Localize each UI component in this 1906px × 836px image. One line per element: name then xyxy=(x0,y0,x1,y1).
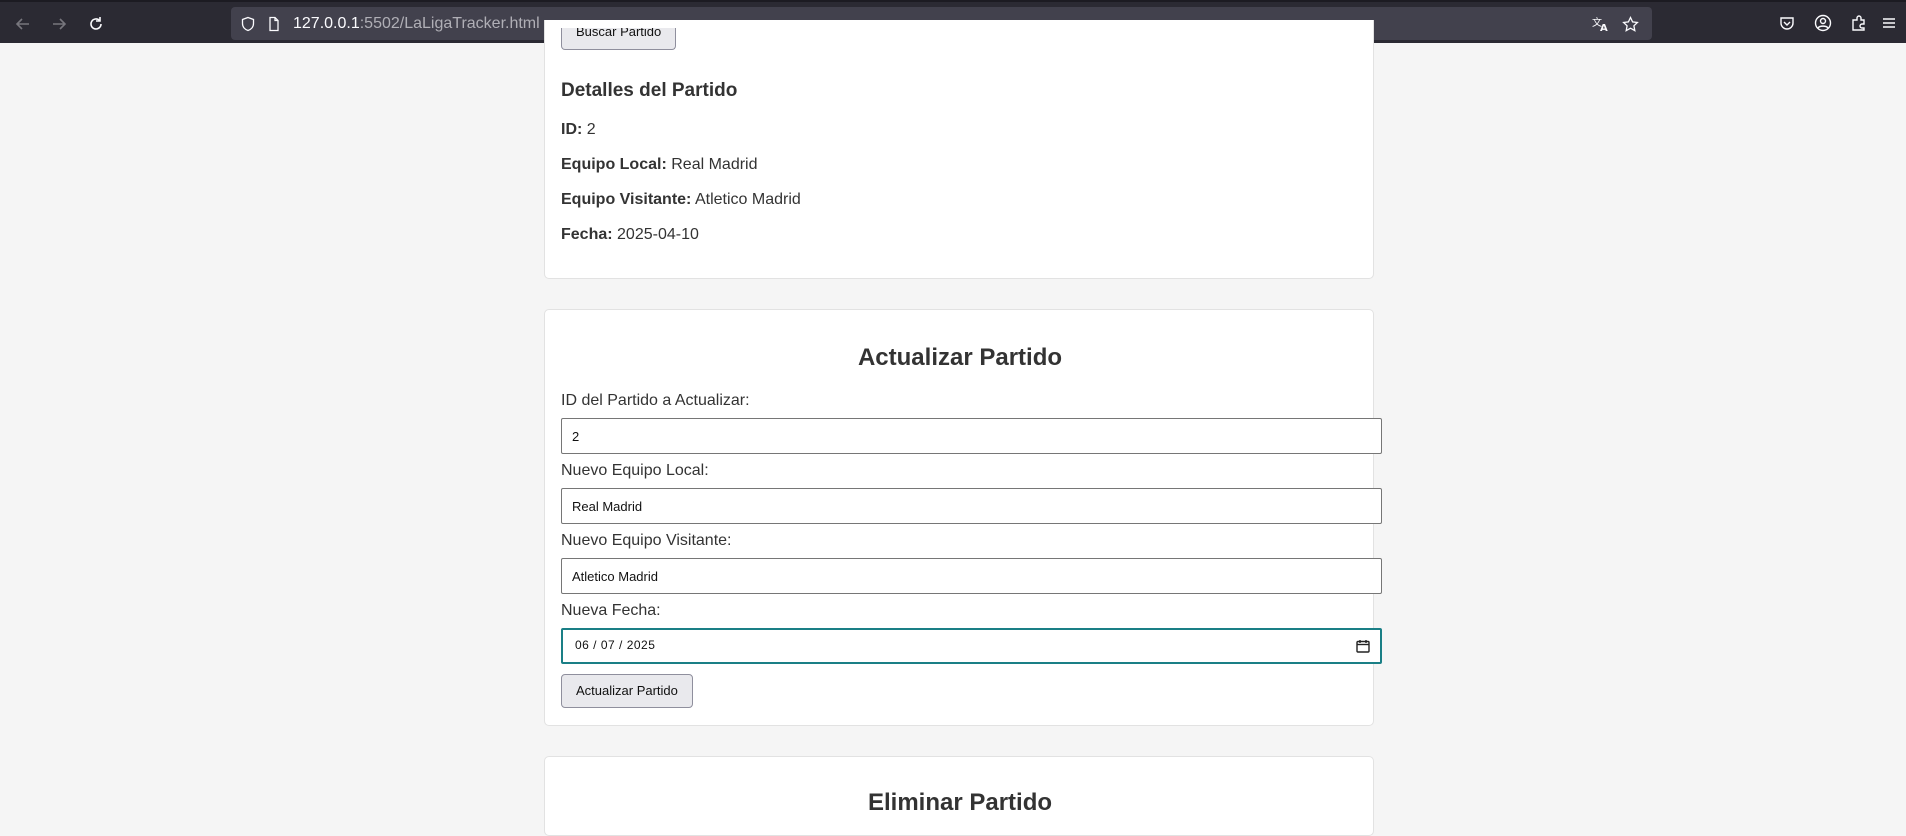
update-id-input[interactable] xyxy=(561,418,1382,454)
detail-date: Fecha: 2025-04-10 xyxy=(561,226,699,244)
update-away-label: Nuevo Equipo Visitante: xyxy=(561,532,732,549)
extensions-icon[interactable] xyxy=(1848,12,1870,34)
detail-date-value: 2025-04-10 xyxy=(617,226,699,243)
update-match-card: Actualizar Partido ID del Partido a Actu… xyxy=(544,309,1382,726)
update-date-input[interactable]: 06 / 07 / 2025 xyxy=(561,628,1382,664)
reload-icon[interactable] xyxy=(83,11,109,37)
url-host: 127.0.0.1 xyxy=(293,15,360,32)
svg-text:A: A xyxy=(1600,23,1608,33)
back-icon[interactable] xyxy=(10,11,36,37)
detail-home-value: Real Madrid xyxy=(671,156,758,173)
detail-date-label: Fecha: xyxy=(561,226,613,243)
menu-icon[interactable] xyxy=(1878,12,1900,34)
detail-id-label: ID: xyxy=(561,121,583,138)
match-details-heading: Detalles del Partido xyxy=(561,80,738,101)
update-id-label: ID del Partido a Actualizar: xyxy=(561,392,750,409)
update-date-value: 06 / 07 / 2025 xyxy=(575,638,656,652)
detail-away-value: Atletico Madrid xyxy=(694,191,801,208)
account-icon[interactable] xyxy=(1812,12,1834,34)
url-path: :5502/LaLigaTracker.html xyxy=(359,15,540,32)
bookmark-star-icon[interactable] xyxy=(1621,15,1639,33)
shield-icon[interactable] xyxy=(239,15,257,33)
detail-id-value: 2 xyxy=(586,121,596,138)
detail-id: ID: 2 xyxy=(561,121,596,139)
detail-home-team: Equipo Local: Real Madrid xyxy=(561,156,758,174)
detail-away-label: Equipo Visitante: xyxy=(561,191,692,208)
calendar-icon[interactable] xyxy=(1356,639,1370,653)
pocket-icon[interactable] xyxy=(1776,12,1798,34)
update-away-team-input[interactable] xyxy=(561,558,1382,594)
translate-icon[interactable]: 文A xyxy=(1592,15,1610,33)
forward-icon[interactable] xyxy=(46,11,72,37)
update-date-label: Nueva Fecha: xyxy=(561,602,661,619)
url-text[interactable]: 127.0.0.1:5502/LaLigaTracker.html xyxy=(293,15,540,33)
update-match-button[interactable]: Actualizar Partido xyxy=(561,674,693,708)
search-match-card: Buscar Partido Detalles del Partido ID: … xyxy=(544,20,1374,279)
delete-match-card: Eliminar Partido xyxy=(544,756,1374,836)
update-home-team-input[interactable] xyxy=(561,488,1382,524)
page-icon[interactable] xyxy=(265,15,283,33)
detail-away-team: Equipo Visitante: Atletico Madrid xyxy=(561,191,801,209)
delete-match-title: Eliminar Partido xyxy=(867,789,1053,816)
search-match-button[interactable]: Buscar Partido xyxy=(561,28,677,50)
detail-home-label: Equipo Local: xyxy=(561,156,667,173)
update-home-label: Nuevo Equipo Local: xyxy=(561,462,709,479)
update-match-title: Actualizar Partido xyxy=(857,344,1063,371)
